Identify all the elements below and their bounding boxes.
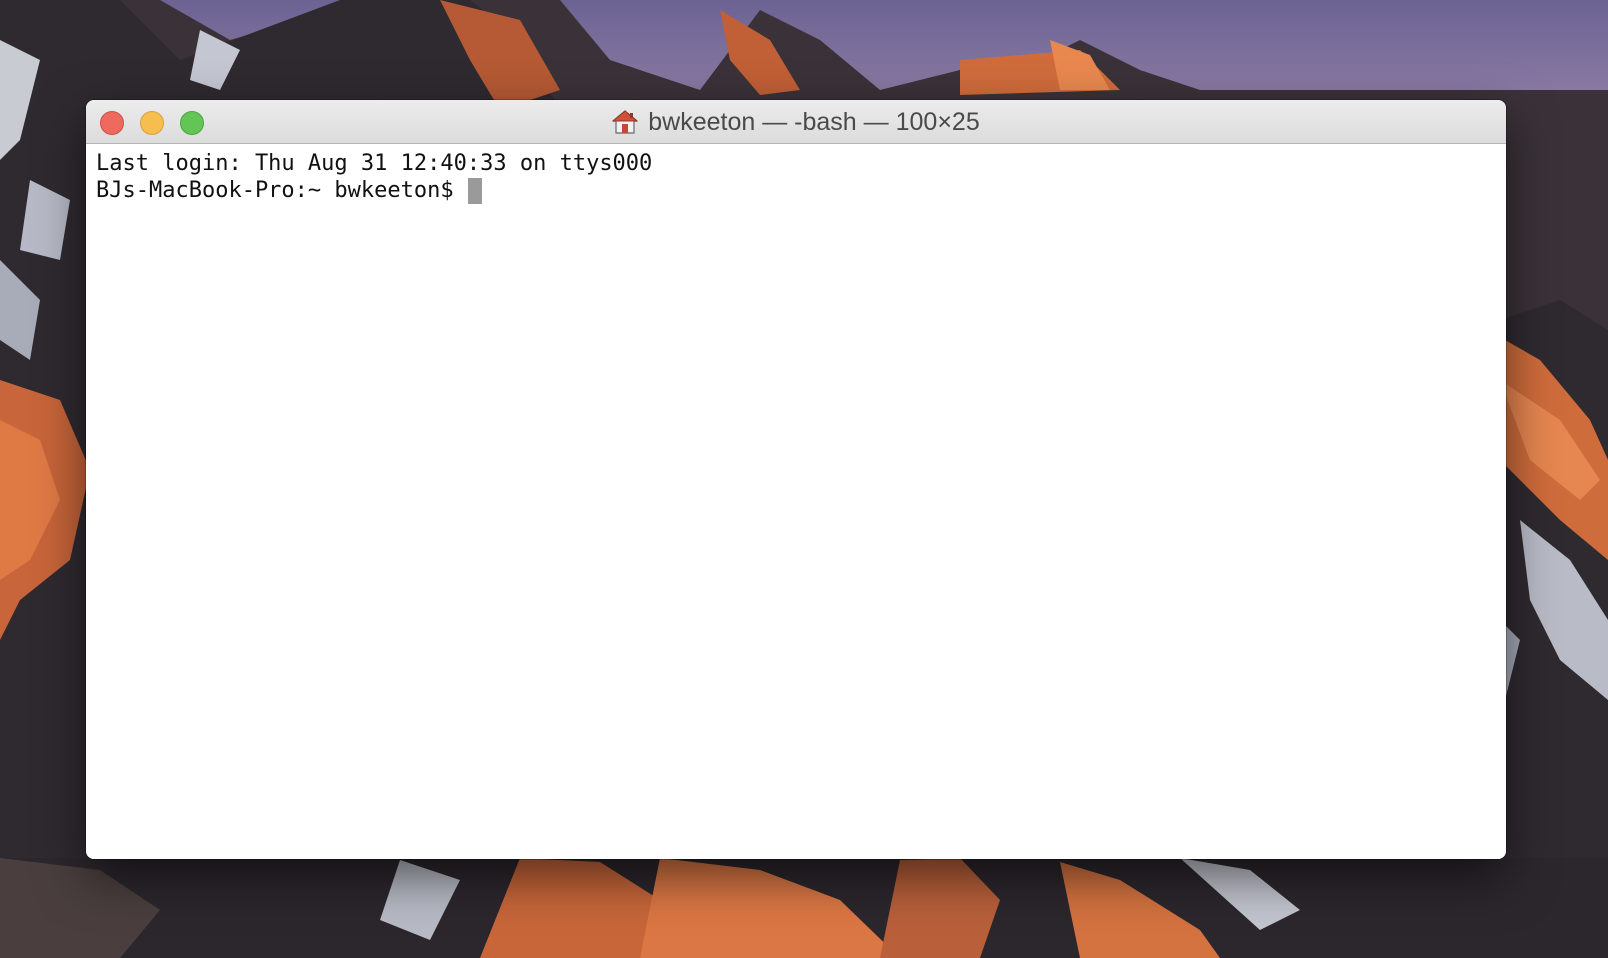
prompt-line[interactable]: BJs-MacBook-Pro:~ bwkeeton$	[96, 177, 482, 205]
home-folder-icon	[612, 109, 638, 135]
terminal-content[interactable]: Last login: Thu Aug 31 12:40:33 on ttys0…	[86, 144, 1506, 859]
text-cursor	[467, 178, 482, 204]
terminal-window[interactable]: bwkeeton — -bash — 100×25 Last login: Th…	[86, 100, 1506, 859]
window-title-text: bwkeeton — -bash — 100×25	[648, 107, 980, 136]
title-bar[interactable]: bwkeeton — -bash — 100×25	[86, 100, 1506, 144]
window-title: bwkeeton — -bash — 100×25	[86, 100, 1506, 144]
last-login-line: Last login: Thu Aug 31 12:40:33 on ttys0…	[96, 151, 653, 176]
shell-prompt: BJs-MacBook-Pro:~ bwkeeton$	[96, 178, 454, 203]
